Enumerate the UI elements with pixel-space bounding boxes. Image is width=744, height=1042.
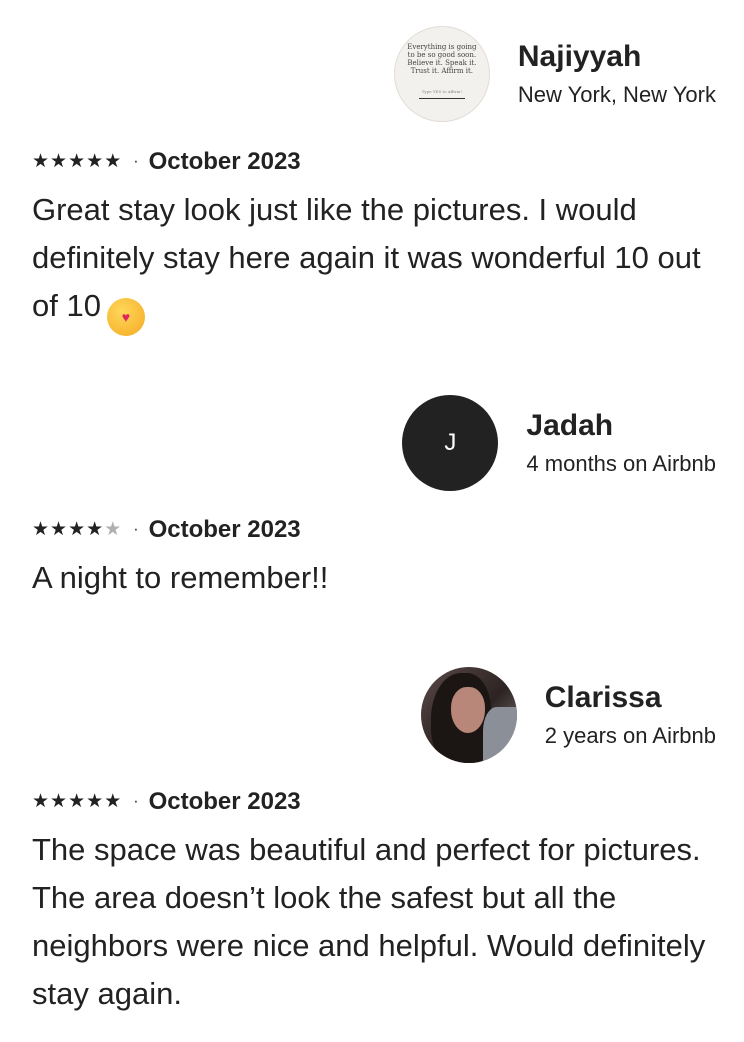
- avatar-initial: J: [444, 429, 457, 456]
- reviewer-header: J Jadah 4 months on Airbnb: [402, 395, 716, 491]
- star-icon: ★: [68, 519, 86, 540]
- reviewer-name: Jadah: [526, 409, 614, 442]
- reviewer-name: Najiyyah: [517, 40, 642, 73]
- reviewer-name: Clarissa: [544, 681, 662, 714]
- avatar-quote-text: Everything is going to be so good soon. …: [407, 43, 477, 75]
- star-icon: ★: [104, 151, 122, 172]
- review-text: The space was beautiful and perfect for …: [32, 826, 712, 1018]
- star-rating: ★ ★ ★ ★ ★: [32, 792, 121, 812]
- reviewer-info: Najiyyah New York, New York: [518, 39, 716, 109]
- reviewer-header: Clarissa 2 years on Airbnb: [420, 667, 716, 763]
- review-date: October 2023: [148, 516, 301, 543]
- review-meta: ★ ★ ★ ★ ★ · October 2023: [32, 788, 301, 816]
- star-icon: ★: [86, 791, 104, 812]
- star-icon: ★: [50, 791, 68, 812]
- review-meta: ★ ★ ★ ★ ★ · October 2023: [32, 516, 301, 544]
- star-icon: ★: [32, 791, 50, 812]
- review-date: October 2023: [148, 148, 301, 175]
- star-icon: ★: [68, 791, 86, 812]
- star-rating: ★ ★ ★ ★ ★: [32, 152, 121, 172]
- review-body: A night to remember!!: [32, 560, 329, 595]
- reviewer-tenure: 4 months on Airbnb: [526, 451, 716, 476]
- avatar[interactable]: J: [402, 395, 499, 491]
- review-text: Great stay look just like the pictures. …: [32, 186, 712, 336]
- star-rating: ★ ★ ★ ★ ★: [32, 520, 121, 540]
- star-icon: ★: [86, 519, 104, 540]
- star-icon: ★: [50, 519, 68, 540]
- reviewer-location: New York, New York: [517, 82, 716, 107]
- separator-dot: ·: [133, 153, 139, 170]
- star-icon: ★: [32, 151, 50, 172]
- star-icon: ★: [50, 151, 68, 172]
- smiling-face-with-hearts-icon: ♥: [106, 298, 145, 336]
- review-meta: ★ ★ ★ ★ ★ · October 2023: [32, 148, 301, 176]
- review-body: The space was beautiful and perfect for …: [32, 832, 706, 1011]
- reviewer-header: Everything is going to be so good soon. …: [393, 26, 716, 122]
- star-empty-icon: ★: [104, 519, 122, 540]
- review-text: A night to remember!!: [32, 554, 712, 602]
- reviewer-info: Jadah 4 months on Airbnb: [526, 408, 716, 478]
- avatar-divider: [418, 98, 465, 99]
- star-icon: ★: [68, 151, 86, 172]
- reviewer-info: Clarissa 2 years on Airbnb: [545, 680, 716, 750]
- reviewer-tenure: 2 years on Airbnb: [544, 723, 716, 748]
- star-icon: ★: [104, 791, 122, 812]
- separator-dot: ·: [133, 521, 139, 538]
- separator-dot: ·: [133, 793, 139, 810]
- star-icon: ★: [32, 519, 50, 540]
- review-date: October 2023: [148, 788, 301, 815]
- avatar-photo-clothing: [482, 707, 517, 763]
- avatar[interactable]: Everything is going to be so good soon. …: [393, 26, 490, 122]
- avatar-quote-footnote: Type YES to Affirm!: [421, 89, 463, 94]
- avatar-photo-face: [450, 687, 485, 733]
- star-icon: ★: [86, 151, 104, 172]
- avatar[interactable]: [420, 667, 517, 763]
